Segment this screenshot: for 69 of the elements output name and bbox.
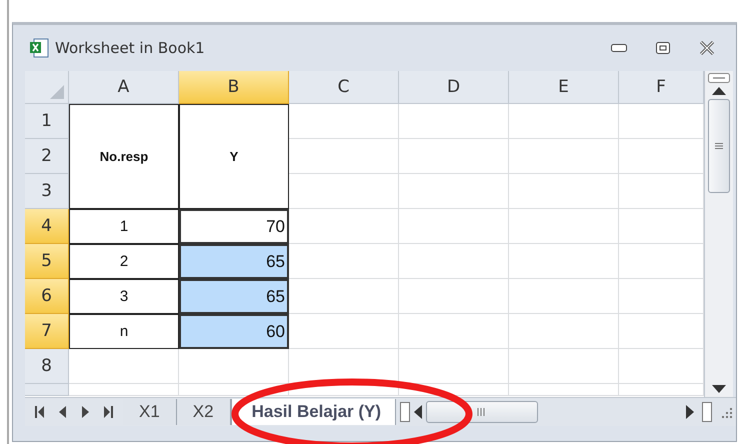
- empty-cell[interactable]: [399, 174, 509, 209]
- first-sheet-icon[interactable]: [35, 406, 44, 418]
- column-header[interactable]: F: [619, 71, 704, 104]
- empty-cell[interactable]: [289, 174, 399, 209]
- scrollbar-thumb[interactable]: [426, 401, 538, 423]
- empty-cell[interactable]: [289, 104, 399, 139]
- empty-cell[interactable]: [399, 104, 509, 139]
- empty-cell[interactable]: [509, 139, 619, 174]
- empty-cell[interactable]: [289, 209, 399, 244]
- column-header[interactable]: B: [179, 71, 289, 104]
- row-header[interactable]: 1: [25, 104, 69, 139]
- spreadsheet-icon: [29, 38, 49, 58]
- empty-cell[interactable]: [509, 209, 619, 244]
- empty-cell[interactable]: [399, 279, 509, 314]
- empty-cell[interactable]: [399, 209, 509, 244]
- row-header[interactable]: [25, 384, 69, 396]
- scroll-down-icon[interactable]: [712, 385, 726, 393]
- empty-cell[interactable]: [509, 104, 619, 139]
- empty-cell[interactable]: [509, 349, 619, 384]
- row-header[interactable]: 4: [25, 209, 69, 244]
- minimize-icon[interactable]: [611, 44, 627, 52]
- sheet-tab[interactable]: Hasil Belajar (Y): [230, 399, 396, 425]
- select-all-icon[interactable]: [50, 85, 64, 99]
- last-sheet-icon[interactable]: [104, 406, 113, 418]
- empty-cell[interactable]: [509, 244, 619, 279]
- table-cell: 65: [179, 244, 289, 279]
- column-header[interactable]: C: [289, 71, 399, 104]
- row-header[interactable]: 5: [25, 244, 69, 279]
- empty-cell[interactable]: [509, 174, 619, 209]
- table-cell: n: [69, 314, 179, 349]
- scrollbar-thumb[interactable]: [708, 99, 730, 193]
- row-header[interactable]: 2: [25, 139, 69, 174]
- window-title: Worksheet in Book1: [55, 39, 206, 57]
- scroll-left-icon[interactable]: [414, 405, 422, 419]
- column-header[interactable]: D: [399, 71, 509, 104]
- empty-cell[interactable]: [179, 349, 289, 384]
- scroll-right-icon[interactable]: [686, 405, 694, 419]
- row-header[interactable]: 7: [25, 314, 69, 349]
- close-icon[interactable]: [699, 41, 715, 55]
- empty-cell[interactable]: [399, 384, 509, 396]
- column-header[interactable]: A: [69, 71, 179, 104]
- table-cell: 65: [179, 279, 289, 314]
- row-header[interactable]: 8: [25, 349, 69, 384]
- column-header[interactable]: E: [509, 71, 619, 104]
- table-header-cell: Y: [179, 104, 289, 209]
- table-cell: 2: [69, 244, 179, 279]
- table-header-cell: No.resp: [69, 104, 179, 209]
- row-header[interactable]: 6: [25, 279, 69, 314]
- table-cell: 1: [69, 209, 179, 244]
- row-header[interactable]: 3: [25, 174, 69, 209]
- scroll-up-icon[interactable]: [712, 87, 726, 95]
- empty-cell[interactable]: [399, 314, 509, 349]
- tab-split-handle[interactable]: [400, 402, 410, 422]
- table-cell: 70: [179, 209, 289, 244]
- split-handle[interactable]: [702, 402, 712, 422]
- empty-cell[interactable]: [399, 244, 509, 279]
- empty-cell[interactable]: [399, 139, 509, 174]
- table-cell: 60: [179, 314, 289, 349]
- empty-cell[interactable]: [289, 139, 399, 174]
- empty-cell[interactable]: [509, 279, 619, 314]
- next-sheet-icon[interactable]: [81, 406, 90, 418]
- resize-grip-icon[interactable]: [720, 406, 732, 418]
- previous-sheet-icon[interactable]: [58, 406, 67, 418]
- empty-cell[interactable]: [289, 349, 399, 384]
- table-cell: 3: [69, 279, 179, 314]
- empty-cell[interactable]: [509, 384, 619, 396]
- split-handle-icon[interactable]: [708, 73, 730, 83]
- empty-cell[interactable]: [509, 314, 619, 349]
- restore-icon[interactable]: [656, 42, 670, 54]
